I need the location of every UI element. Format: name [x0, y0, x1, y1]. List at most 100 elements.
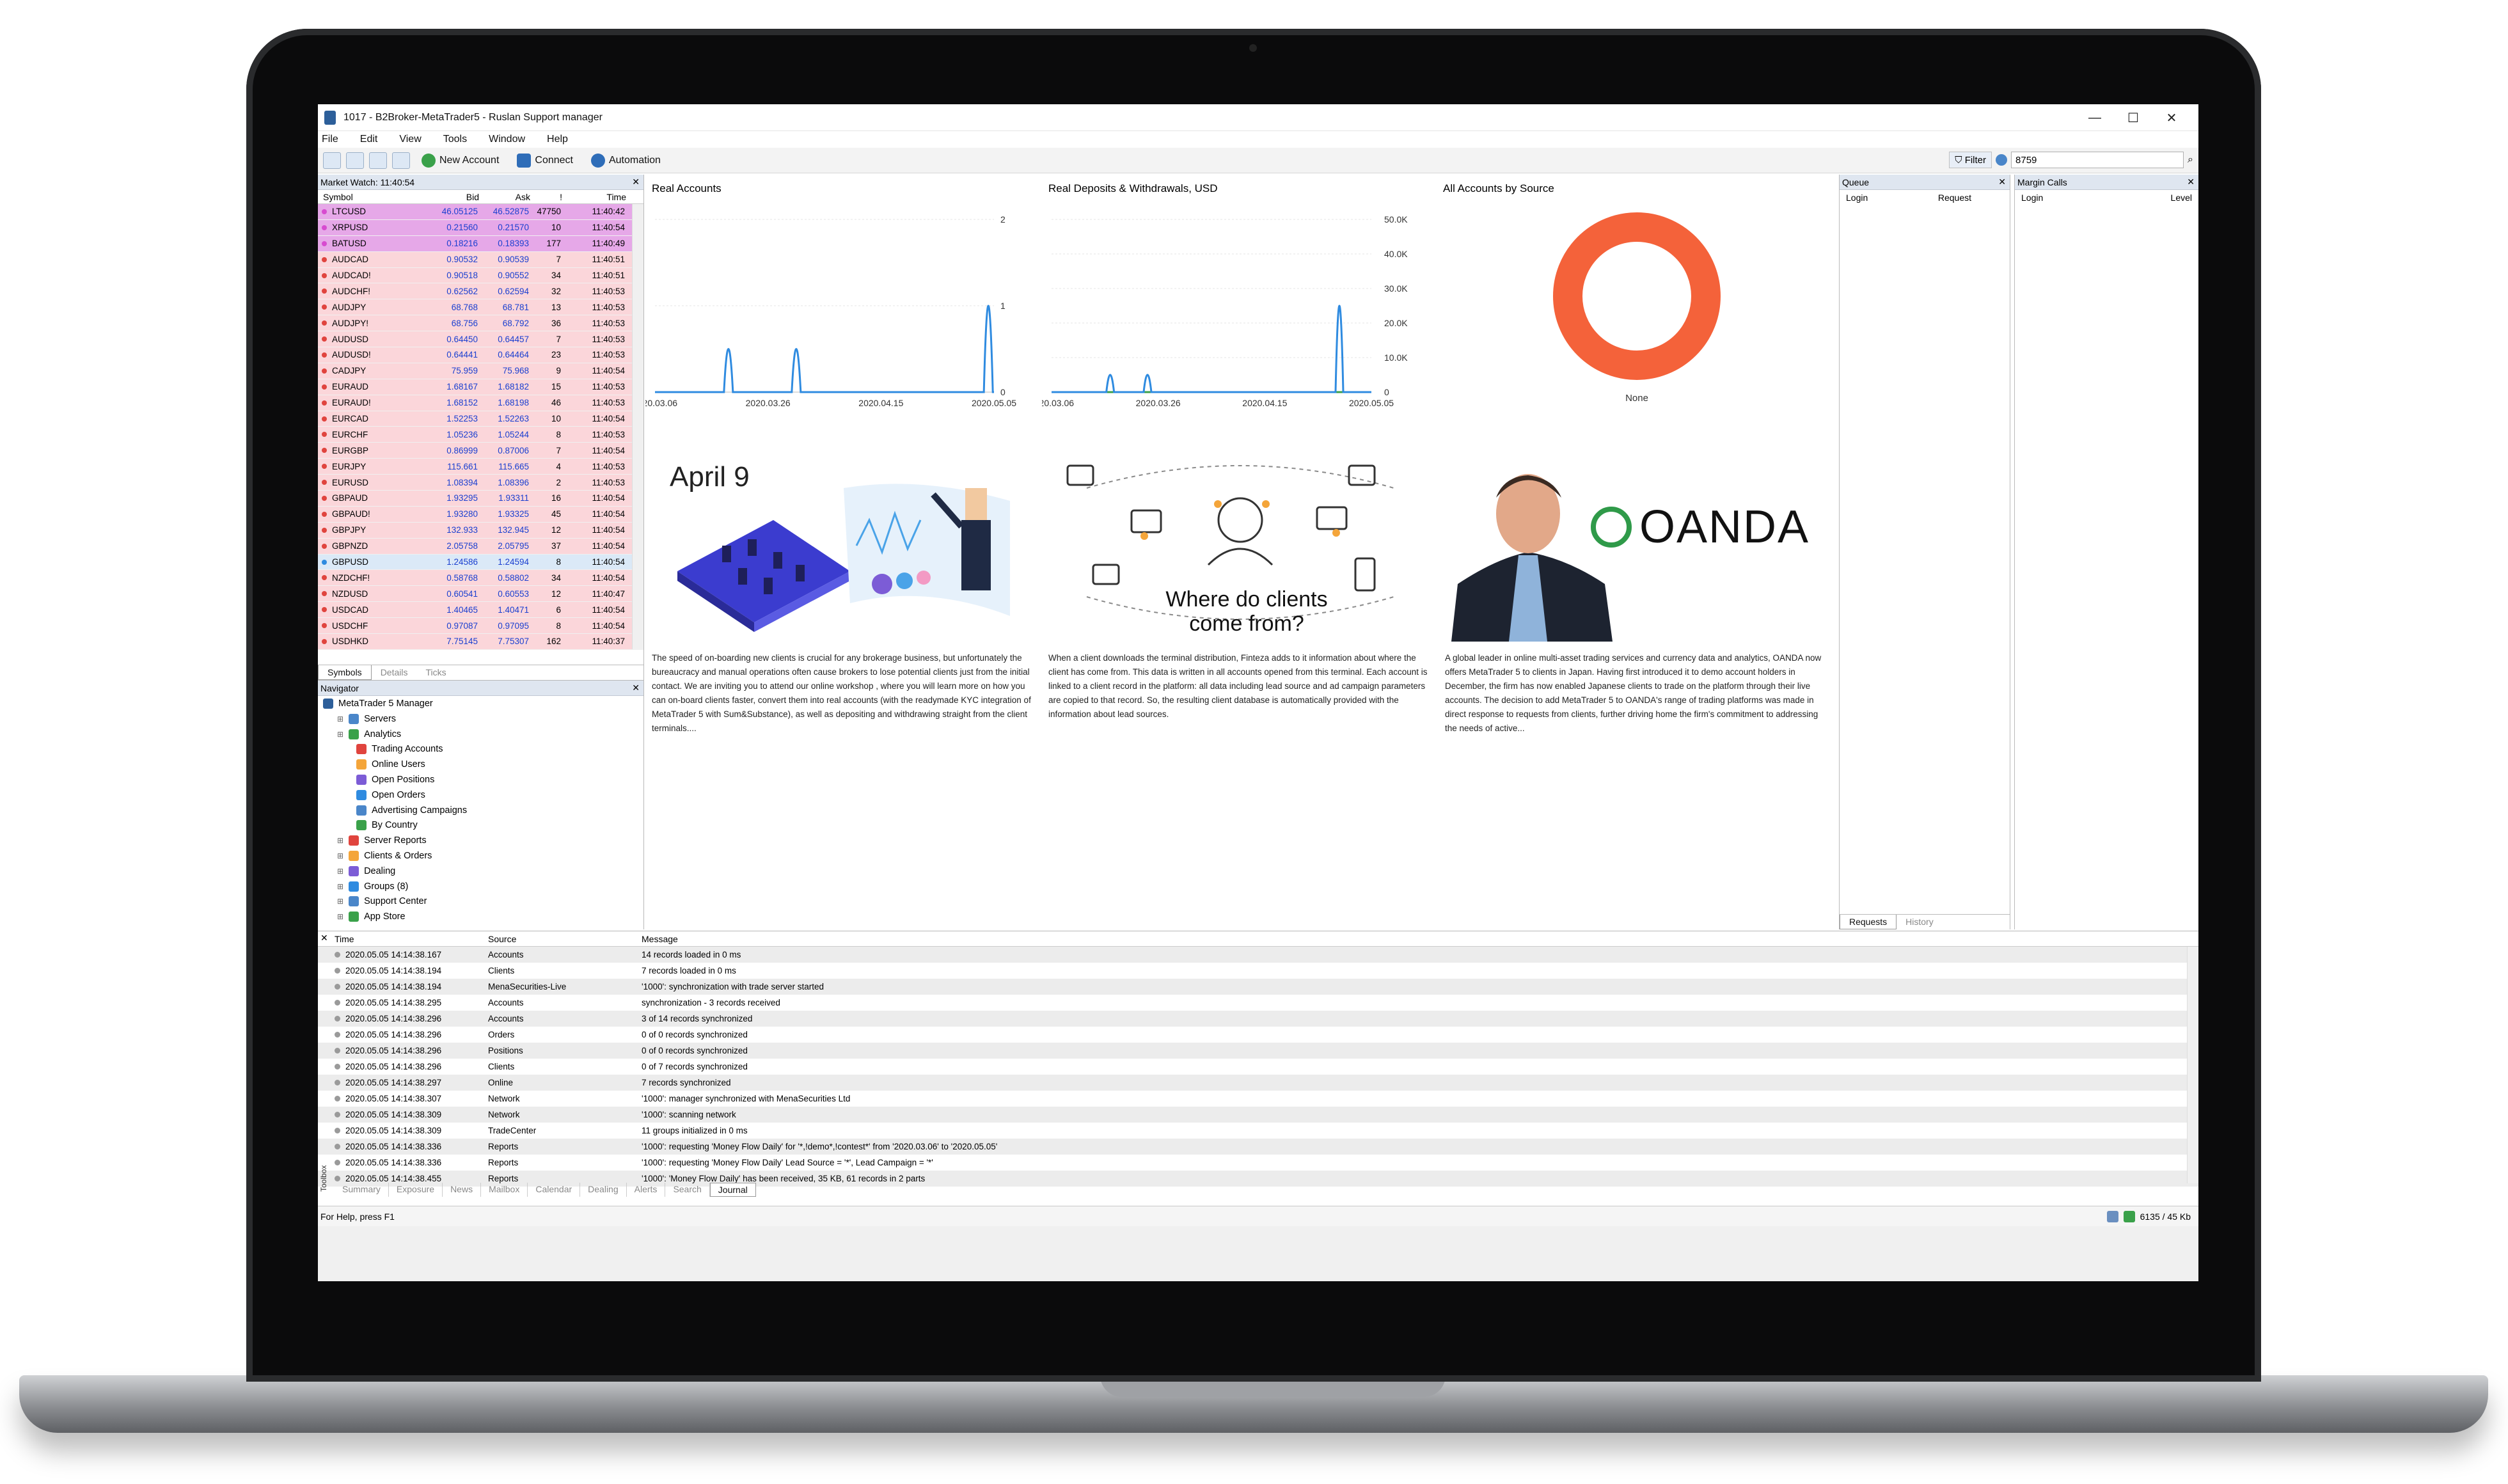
market-watch-scrollbar[interactable]	[632, 204, 643, 649]
windows-icon[interactable]	[369, 152, 387, 169]
market-watch-row[interactable]: LTCUSD 46.05125 46.52875 47750 11:40:42	[318, 204, 643, 220]
journal-row[interactable]: 2020.05.05 14:14:38.296 Clients 0 of 7 rec…	[318, 1059, 2198, 1075]
market-watch-row[interactable]: AUDCHF! 0.62562 0.62594 32 11:40:53	[318, 283, 643, 300]
navigator-item-server-reports[interactable]: ⊞ Server Reports	[337, 835, 427, 846]
journal-row[interactable]: 2020.05.05 14:14:38.309 TradeCenter 11 gro…	[318, 1123, 2198, 1139]
journal-col-message[interactable]: Message	[642, 934, 1601, 944]
tab-mailbox[interactable]: Mailbox	[481, 1183, 528, 1197]
market-watch-row[interactable]: EURUSD 1.08394 1.08396 2 11:40:53	[318, 475, 643, 491]
market-watch-row[interactable]: GBPUSD 1.24586 1.24594 8 11:40:54	[318, 554, 643, 571]
navigator-item-open-orders[interactable]: Open Orders	[356, 789, 425, 800]
market-watch-row[interactable]: USDHKD 7.75145 7.75307 162 11:40:37	[318, 634, 643, 650]
users-icon[interactable]	[346, 152, 364, 169]
maximize-button[interactable]: ☐	[2114, 104, 2152, 131]
menu-window[interactable]: Window	[489, 134, 525, 145]
journal-row[interactable]: 2020.05.05 14:14:38.296 Positions 0 of 0 r…	[318, 1043, 2198, 1059]
navigator-item-open-positions[interactable]: Open Positions	[356, 775, 434, 785]
close-icon[interactable]: ✕	[632, 683, 640, 693]
market-watch-row[interactable]: AUDCAD 0.90532 0.90539 7 11:40:51	[318, 251, 643, 268]
close-button[interactable]: ✕	[2152, 104, 2191, 131]
journal-col-source[interactable]: Source	[488, 934, 642, 944]
journal-row[interactable]: 2020.05.05 14:14:38.167 Accounts 14 record…	[318, 947, 2198, 963]
journal-row[interactable]: 2020.05.05 14:14:38.194 Clients 7 records …	[318, 963, 2198, 979]
market-watch-row[interactable]: XRPUSD 0.21560 0.21570 10 11:40:54	[318, 219, 643, 236]
tab-news[interactable]: News	[443, 1183, 482, 1197]
market-watch-row[interactable]: GBPAUD 1.93295 1.93311 16 11:40:54	[318, 491, 643, 507]
market-watch-row[interactable]: AUDUSD! 0.64441 0.64464 23 11:40:53	[318, 347, 643, 363]
close-icon[interactable]: ✕	[1998, 177, 2006, 187]
journal-row[interactable]: 2020.05.05 14:14:38.296 Accounts 3 of 14 r…	[318, 1011, 2198, 1027]
market-watch-row[interactable]: GBPAUD! 1.93280 1.93325 45 11:40:54	[318, 506, 643, 523]
new-account-button[interactable]: New Account	[415, 151, 505, 170]
menu-tools[interactable]: Tools	[443, 134, 467, 145]
filter-input[interactable]	[2011, 152, 2184, 168]
market-watch-row[interactable]: NZDCHF! 0.58768 0.58802 34 11:40:54	[318, 570, 643, 587]
market-watch-row[interactable]: NZDUSD 0.60541 0.60553 12 11:40:47	[318, 586, 643, 603]
expand-icon[interactable]: ⊞	[337, 882, 343, 891]
market-watch-row[interactable]: EURAUD 1.68167 1.68182 15 11:40:53	[318, 379, 643, 395]
market-watch-row[interactable]: EURGBP 0.86999 0.87006 7 11:40:54	[318, 443, 643, 459]
close-icon[interactable]: ✕	[632, 177, 640, 187]
tab-symbols[interactable]: Symbols	[318, 665, 372, 680]
navigator-item-groups-8[interactable]: ⊞ Groups (8)	[337, 881, 408, 892]
navigator-item-advertising-campaigns[interactable]: Advertising Campaigns	[356, 805, 467, 816]
navigator-item-servers[interactable]: ⊞ Servers	[337, 713, 396, 724]
expand-icon[interactable]: ⊞	[337, 714, 343, 723]
navigator-item-app-store[interactable]: ⊞ App Store	[337, 912, 406, 922]
journal-row[interactable]: 2020.05.05 14:14:38.336 Reports '1000': re…	[318, 1139, 2198, 1155]
mw-col-2[interactable]: Ask	[483, 192, 534, 202]
table-icon[interactable]	[392, 152, 410, 169]
journal-row[interactable]: 2020.05.05 14:14:38.295 Accounts synchroni…	[318, 995, 2198, 1011]
tab-alerts[interactable]: Alerts	[627, 1183, 666, 1197]
market-watch-row[interactable]: EURCHF 1.05236 1.05244 8 11:40:53	[318, 427, 643, 443]
tab-dealing[interactable]: Dealing	[580, 1183, 627, 1197]
tab-requests[interactable]: Requests	[1840, 915, 1897, 929]
expand-icon[interactable]: ⊞	[337, 867, 343, 876]
navigator-item-clients-orders[interactable]: ⊞ Clients & Orders	[337, 851, 432, 861]
journal-scrollbar[interactable]	[2187, 947, 2198, 1183]
market-watch-row[interactable]: USDCHF 0.97087 0.97095 8 11:40:54	[318, 618, 643, 635]
expand-icon[interactable]: ⊞	[337, 912, 343, 921]
mw-col-0[interactable]: Symbol	[323, 192, 432, 202]
tab-summary[interactable]: Summary	[335, 1183, 389, 1197]
menu-view[interactable]: View	[399, 134, 421, 145]
journal-col-time[interactable]: Time	[335, 934, 488, 944]
search-icon[interactable]: ⌕	[2188, 154, 2193, 166]
close-icon[interactable]: ✕	[320, 933, 328, 943]
tab-ticks[interactable]: Ticks	[416, 665, 455, 680]
market-watch-row[interactable]: EURCAD 1.52253 1.52263 10 11:40:54	[318, 411, 643, 427]
expand-icon[interactable]: ⊞	[337, 836, 343, 845]
market-watch-row[interactable]: EURJPY 115.661 115.665 4 11:40:53	[318, 459, 643, 475]
tab-exposure[interactable]: Exposure	[389, 1183, 443, 1197]
expand-icon[interactable]: ⊞	[337, 730, 343, 739]
market-watch-row[interactable]: GBPJPY 132.933 132.945 12 11:40:54	[318, 522, 643, 539]
close-icon[interactable]: ✕	[2187, 177, 2195, 187]
market-watch-row[interactable]: GBPNZD 2.05758 2.05795 37 11:40:54	[318, 538, 643, 555]
mw-col-4[interactable]: Time	[566, 192, 630, 202]
market-watch-row[interactable]: BATUSD 0.18216 0.18393 177 11:40:49	[318, 235, 643, 252]
market-watch-row[interactable]: AUDJPY 68.768 68.781 13 11:40:53	[318, 299, 643, 316]
journal-row[interactable]: 2020.05.05 14:14:38.194 MenaSecurities-Li…	[318, 979, 2198, 995]
journal-row[interactable]: 2020.05.05 14:14:38.336 Reports '1000': re…	[318, 1155, 2198, 1171]
navigator-item-analytics[interactable]: ⊞ Analytics	[337, 729, 401, 739]
market-watch-row[interactable]: USDCAD 1.40465 1.40471 6 11:40:54	[318, 602, 643, 619]
market-watch-row[interactable]: EURAUD! 1.68152 1.68198 46 11:40:53	[318, 395, 643, 411]
journal-row[interactable]: 2020.05.05 14:14:38.296 Orders 0 of 0 reco…	[318, 1027, 2198, 1043]
expand-icon[interactable]: ⊞	[337, 851, 343, 860]
menu-file[interactable]: File	[322, 134, 338, 145]
tab-details[interactable]: Details	[372, 665, 417, 680]
mw-col-3[interactable]: !	[534, 192, 566, 202]
navigator-root[interactable]: MetaTrader 5 Manager	[323, 699, 433, 709]
automation-button[interactable]: Automation	[585, 151, 667, 170]
journal-row[interactable]: 2020.05.05 14:14:38.309 Network '1000': sc…	[318, 1107, 2198, 1123]
menu-help[interactable]: Help	[547, 134, 568, 145]
market-watch-row[interactable]: AUDCAD! 0.90518 0.90552 34 11:40:51	[318, 267, 643, 284]
minimize-button[interactable]: —	[2076, 104, 2114, 131]
tab-calendar[interactable]: Calendar	[528, 1183, 581, 1197]
journal-row[interactable]: 2020.05.05 14:14:38.297 Online 7 records s…	[318, 1075, 2198, 1091]
menu-edit[interactable]: Edit	[360, 134, 378, 145]
tab-search[interactable]: Search	[665, 1183, 710, 1197]
market-watch-row[interactable]: AUDJPY! 68.756 68.792 36 11:40:53	[318, 315, 643, 332]
navigator-item-support-center[interactable]: ⊞ Support Center	[337, 896, 427, 907]
view-icon[interactable]	[323, 152, 341, 169]
